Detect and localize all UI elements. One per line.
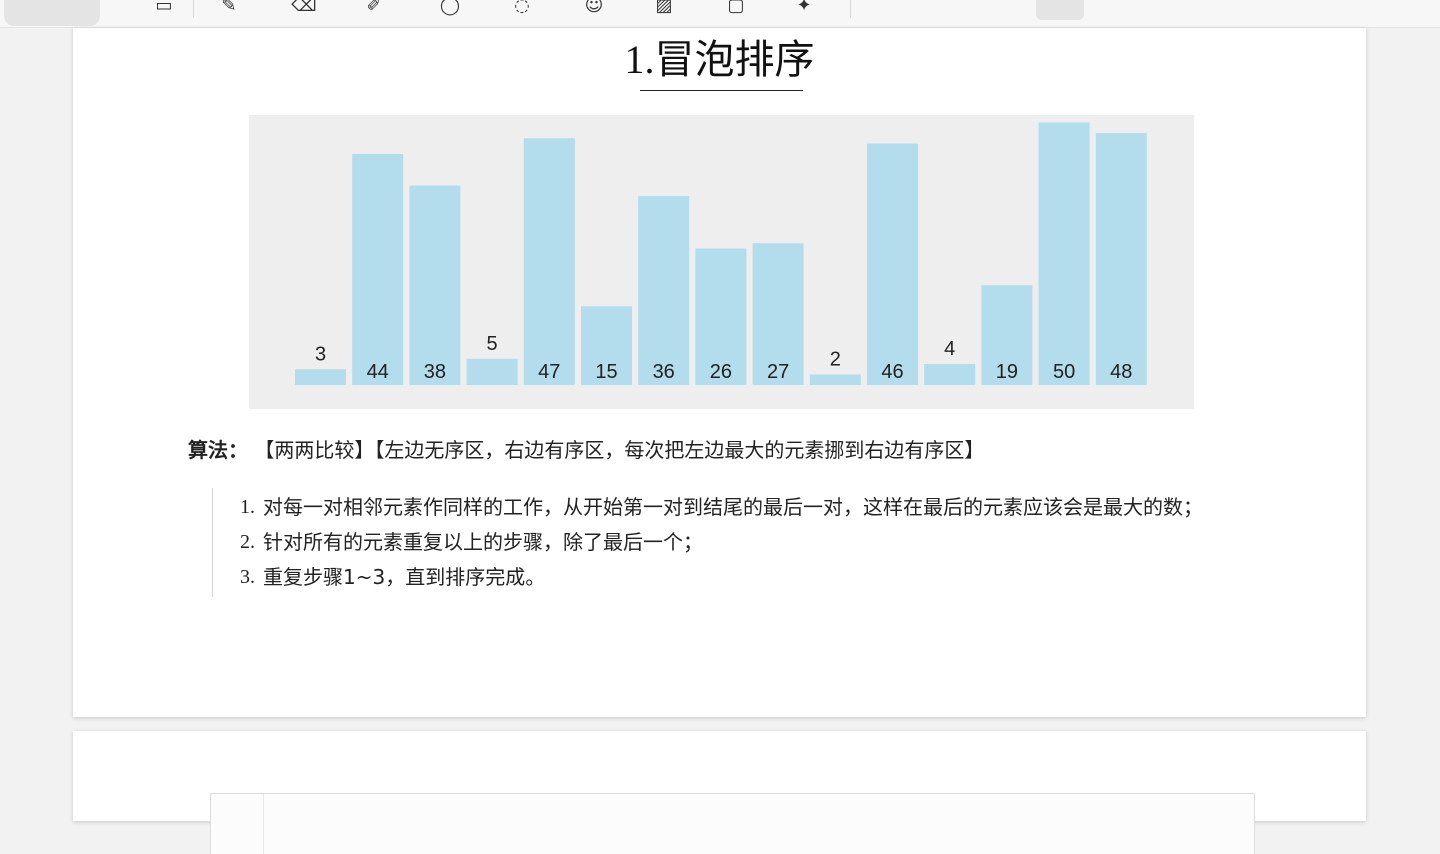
bar-3 <box>409 185 461 385</box>
toolbar-left-button[interactable] <box>4 0 100 26</box>
step-number: 1. <box>240 496 255 518</box>
document-page: 1.冒泡排序 3 44 38 5 47 15 36 26 27 2 46 4 19 50 48 算法： 【两… <box>73 28 1366 717</box>
bar-label-14: 50 <box>1053 361 1075 383</box>
bar-label-2: 44 <box>367 361 389 383</box>
list-item: 3. 重复步骤1~3，直到排序完成。 <box>213 560 1273 595</box>
bar-2 <box>352 154 404 385</box>
algorithm-line: 算法： 【两两比较】【左边无序区，右边有序区，每次把左边最大的元素挪到右边有序区… <box>188 434 984 463</box>
laser-pointer-icon[interactable]: ✦ <box>790 0 818 16</box>
bar-7 <box>638 196 690 385</box>
bar-14 <box>1038 122 1090 385</box>
algorithm-text: 【两两比较】【左边无序区，右边有序区，每次把左边最大的元素挪到右边有序区】 <box>254 438 985 462</box>
bar-label-5: 47 <box>538 361 560 383</box>
bar-label-4: 5 <box>487 333 498 355</box>
bar-4 <box>466 358 518 385</box>
highlighter-icon[interactable]: ✐ <box>360 0 388 16</box>
code-block <box>210 793 1255 854</box>
bar-label-12: 4 <box>944 338 955 360</box>
pen-icon[interactable]: ✎ <box>215 0 243 16</box>
list-item: 2. 针对所有的元素重复以上的步骤，除了最后一个； <box>213 525 1273 560</box>
bar-label-3: 38 <box>424 361 446 383</box>
bubble-sort-chart: 3 44 38 5 47 15 36 26 27 2 46 4 19 50 48 <box>249 115 1194 409</box>
text-box-icon[interactable]: ▢ <box>722 0 750 16</box>
bar-label-9: 27 <box>767 361 789 383</box>
image-icon[interactable]: ▨ <box>650 0 678 16</box>
step-number: 2. <box>240 531 255 553</box>
step-number: 3. <box>240 566 255 588</box>
sidebar-icon[interactable]: ▭ <box>150 0 178 16</box>
toolbar-divider <box>193 0 194 18</box>
bar-label-7: 36 <box>653 361 675 383</box>
algorithm-label: 算法： <box>188 438 248 462</box>
eraser-icon[interactable]: ⌫ <box>290 0 318 16</box>
bar-10 <box>809 374 861 385</box>
sticker-icon[interactable]: ☺ <box>580 0 608 16</box>
lasso-icon[interactable]: ◌ <box>508 0 536 16</box>
bar-12 <box>924 364 976 385</box>
bar-label-1: 3 <box>315 343 326 365</box>
bar-15 <box>1095 133 1147 385</box>
step-text: 对每一对相邻元素作同样的工作，从开始第一对到结尾的最后一对，这样在最后的元素应该… <box>263 495 1203 519</box>
bar-label-11: 46 <box>881 361 903 383</box>
shapes-icon[interactable]: ◯ <box>436 0 464 16</box>
bar-1 <box>295 369 346 385</box>
code-gutter <box>263 794 264 854</box>
bar-5 <box>523 138 575 385</box>
toolbar-divider <box>850 0 851 18</box>
step-text: 重复步骤1~3，直到排序完成。 <box>263 565 546 589</box>
bar-label-13: 19 <box>996 361 1018 383</box>
bar-label-10: 2 <box>830 349 841 371</box>
document-page-2 <box>73 731 1366 854</box>
list-item: 1. 对每一对相邻元素作同样的工作，从开始第一对到结尾的最后一对，这样在最后的元… <box>213 490 1273 525</box>
bar-label-6: 15 <box>595 361 617 383</box>
bar-label-15: 48 <box>1110 361 1132 383</box>
chart-svg: 3 44 38 5 47 15 36 26 27 2 46 4 19 50 48 <box>295 122 1147 385</box>
page-title: 1.冒泡排序 <box>624 37 815 82</box>
bar-label-8: 26 <box>710 361 732 383</box>
step-text: 针对所有的元素重复以上的步骤，除了最后一个； <box>263 530 703 554</box>
bar-11 <box>867 143 918 385</box>
steps-list: 1. 对每一对相邻元素作同样的工作，从开始第一对到结尾的最后一对，这样在最后的元… <box>212 488 1273 597</box>
title-underline <box>640 90 803 91</box>
toolbar-right-button[interactable] <box>1036 0 1084 20</box>
top-toolbar: ▭ ✎ ⌫ ✐ ◯ ◌ ☺ ▨ ▢ ✦ <box>0 0 1440 28</box>
